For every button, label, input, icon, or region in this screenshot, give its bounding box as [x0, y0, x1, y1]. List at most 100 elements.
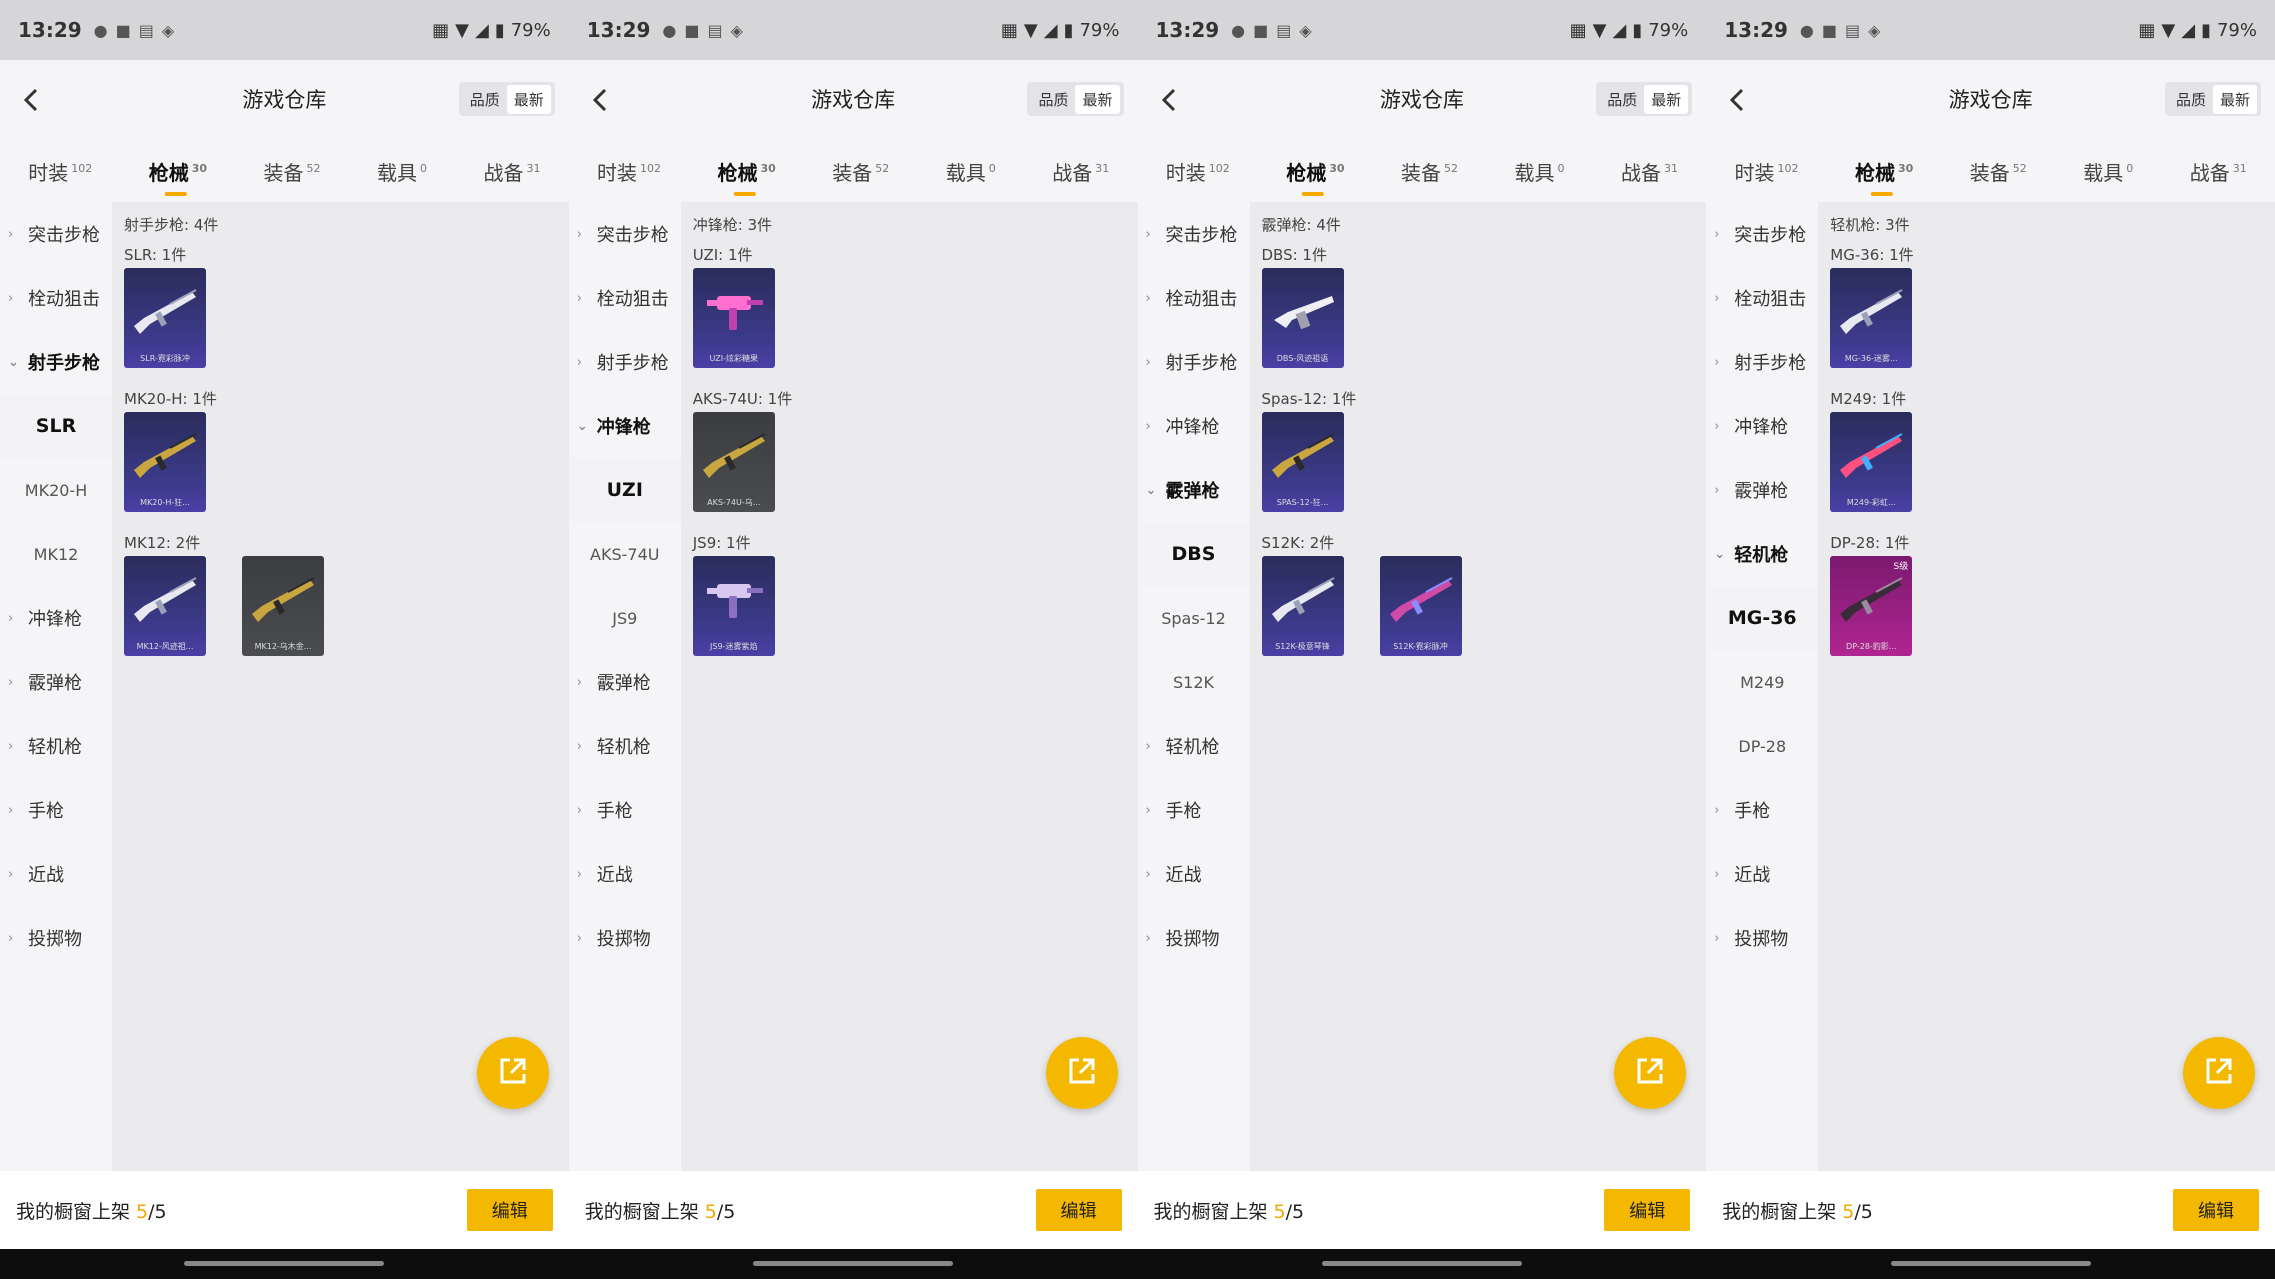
sidebar-subitem[interactable]: M249 — [1706, 650, 1818, 714]
sidebar-category[interactable]: › 霰弹枪 — [0, 650, 112, 714]
sidebar-subitem[interactable]: S12K — [1138, 650, 1250, 714]
home-indicator[interactable] — [1321, 1261, 1522, 1266]
sort-latest-button[interactable]: 最新 — [1644, 84, 1689, 114]
sidebar-category[interactable]: ⌄ 射手步枪 — [0, 330, 112, 394]
weapon-skin-card[interactable]: M249-彩虹... — [1830, 412, 1913, 512]
sidebar-category[interactable]: ⌄ 轻机枪 — [1706, 522, 1818, 586]
sidebar-subitem[interactable]: MG-36 — [1706, 586, 1819, 650]
tab-4[interactable]: 战备 31 — [479, 157, 544, 186]
tab-1[interactable]: 枪械 30 — [713, 157, 779, 186]
sidebar-subitem[interactable]: JS9 — [569, 586, 681, 650]
weapon-skin-card[interactable]: S12K-霓彩脉冲 — [1379, 556, 1462, 656]
weapon-skin-card[interactable]: JS9-迷雾紫焰 — [692, 556, 775, 656]
sidebar-category[interactable]: › 投掷物 — [1706, 906, 1818, 970]
tab-4[interactable]: 战备 31 — [1617, 157, 1682, 186]
edit-button[interactable]: 编辑 — [1035, 1189, 1122, 1231]
sidebar-category[interactable]: › 近战 — [1138, 842, 1250, 906]
sort-latest-button[interactable]: 最新 — [506, 84, 551, 114]
tab-2[interactable]: 装备 52 — [1966, 157, 2031, 186]
weapon-skin-card[interactable]: S级 DP-28-豹影... — [1830, 556, 1913, 656]
tab-0[interactable]: 时装 102 — [1730, 157, 1802, 186]
weapon-skin-card[interactable]: MK20-H-狂... — [124, 412, 206, 512]
weapon-skin-card[interactable]: DBS-风迹祖语 — [1261, 268, 1344, 368]
sort-latest-button[interactable]: 最新 — [2212, 84, 2257, 114]
edit-button[interactable]: 编辑 — [1604, 1189, 1691, 1231]
weapon-skin-card[interactable]: MK12-乌木金... — [242, 556, 324, 656]
tab-1[interactable]: 枪械 30 — [1851, 157, 1917, 186]
share-fab-button[interactable] — [476, 1037, 549, 1109]
sidebar-category[interactable]: › 冲锋枪 — [0, 586, 112, 650]
tab-0[interactable]: 时装 102 — [1162, 157, 1234, 186]
sidebar-subitem[interactable]: SLR — [0, 394, 112, 458]
sidebar-subitem[interactable]: MK12 — [0, 522, 112, 586]
weapon-skin-card[interactable]: MK12-风迹祖... — [124, 556, 206, 656]
edit-button[interactable]: 编辑 — [2173, 1189, 2259, 1231]
weapon-skin-card[interactable]: AKS-74U-乌... — [692, 412, 775, 512]
sidebar-category[interactable]: › 投掷物 — [1138, 906, 1250, 970]
back-arrow-icon[interactable] — [1150, 80, 1190, 120]
sidebar-category[interactable]: › 栓动狙击 — [0, 266, 112, 330]
sidebar-category[interactable]: › 突击步枪 — [569, 202, 681, 266]
sidebar-subitem[interactable]: DBS — [1137, 522, 1250, 586]
sidebar-category[interactable]: › 栓动狙击 — [569, 266, 681, 330]
back-arrow-icon[interactable] — [12, 80, 52, 120]
sidebar-category[interactable]: › 射手步枪 — [569, 330, 681, 394]
sidebar-category[interactable]: › 冲锋枪 — [1706, 394, 1818, 458]
sidebar-category[interactable]: › 手枪 — [0, 778, 112, 842]
sidebar-category[interactable]: › 近战 — [1706, 842, 1818, 906]
sidebar-subitem[interactable]: Spas-12 — [1138, 586, 1250, 650]
sidebar-category[interactable]: › 投掷物 — [0, 906, 112, 970]
sidebar-category[interactable]: › 射手步枪 — [1706, 330, 1818, 394]
sidebar-category[interactable]: › 投掷物 — [569, 906, 681, 970]
sidebar-category[interactable]: › 轻机枪 — [1138, 714, 1250, 778]
back-arrow-icon[interactable] — [1718, 80, 1758, 120]
sort-quality-button[interactable]: 品质 — [1031, 85, 1075, 114]
tab-4[interactable]: 战备 31 — [1048, 157, 1113, 186]
sidebar-category[interactable]: ⌄ 霰弹枪 — [1138, 458, 1250, 522]
back-arrow-icon[interactable] — [581, 80, 621, 120]
home-indicator[interactable] — [1890, 1261, 2091, 1266]
tab-2[interactable]: 装备 52 — [828, 157, 893, 186]
sidebar-subitem[interactable]: AKS-74U — [569, 522, 681, 586]
tab-3[interactable]: 载具 0 — [1511, 157, 1569, 186]
sidebar-category[interactable]: › 近战 — [569, 842, 681, 906]
tab-0[interactable]: 时装 102 — [593, 157, 665, 186]
sidebar-subitem[interactable]: UZI — [568, 458, 681, 522]
edit-button[interactable]: 编辑 — [466, 1189, 553, 1231]
sidebar-subitem[interactable]: MK20-H — [0, 458, 112, 522]
sidebar-category[interactable]: › 冲锋枪 — [1138, 394, 1250, 458]
sidebar-category[interactable]: › 霰弹枪 — [569, 650, 681, 714]
tab-4[interactable]: 战备 31 — [2186, 157, 2251, 186]
sidebar-category[interactable]: › 手枪 — [1138, 778, 1250, 842]
sidebar-category[interactable]: › 突击步枪 — [0, 202, 112, 266]
tab-0[interactable]: 时装 102 — [24, 157, 96, 186]
tab-2[interactable]: 装备 52 — [1397, 157, 1462, 186]
home-indicator[interactable] — [753, 1261, 954, 1266]
sidebar-category[interactable]: › 轻机枪 — [0, 714, 112, 778]
sidebar-category[interactable]: › 射手步枪 — [1138, 330, 1250, 394]
sidebar-category[interactable]: › 栓动狙击 — [1138, 266, 1250, 330]
weapon-skin-card[interactable]: MG-36-迷雾... — [1830, 268, 1913, 368]
share-fab-button[interactable] — [1045, 1037, 1118, 1109]
sidebar-category[interactable]: › 轻机枪 — [569, 714, 681, 778]
sidebar-category[interactable]: › 手枪 — [569, 778, 681, 842]
sidebar-subitem[interactable]: DP-28 — [1706, 714, 1818, 778]
sidebar-category[interactable]: › 近战 — [0, 842, 112, 906]
home-indicator[interactable] — [184, 1261, 385, 1266]
sidebar-category[interactable]: › 栓动狙击 — [1706, 266, 1818, 330]
tab-3[interactable]: 载具 0 — [2079, 157, 2137, 186]
tab-3[interactable]: 载具 0 — [942, 157, 1000, 186]
tab-1[interactable]: 枪械 30 — [1282, 157, 1348, 186]
sort-quality-button[interactable]: 品质 — [2169, 85, 2213, 114]
tab-1[interactable]: 枪械 30 — [145, 157, 211, 186]
sort-quality-button[interactable]: 品质 — [463, 85, 507, 114]
weapon-skin-card[interactable]: S12K-极意琴锋 — [1261, 556, 1344, 656]
weapon-skin-card[interactable]: SPAS-12-狂... — [1261, 412, 1344, 512]
sidebar-category[interactable]: ⌄ 冲锋枪 — [569, 394, 681, 458]
share-fab-button[interactable] — [1614, 1037, 1687, 1109]
share-fab-button[interactable] — [2183, 1037, 2255, 1109]
weapon-skin-card[interactable]: SLR-霓彩脉冲 — [124, 268, 206, 368]
tab-2[interactable]: 装备 52 — [260, 157, 325, 186]
sidebar-category[interactable]: › 突击步枪 — [1706, 202, 1818, 266]
sidebar-category[interactable]: › 突击步枪 — [1138, 202, 1250, 266]
